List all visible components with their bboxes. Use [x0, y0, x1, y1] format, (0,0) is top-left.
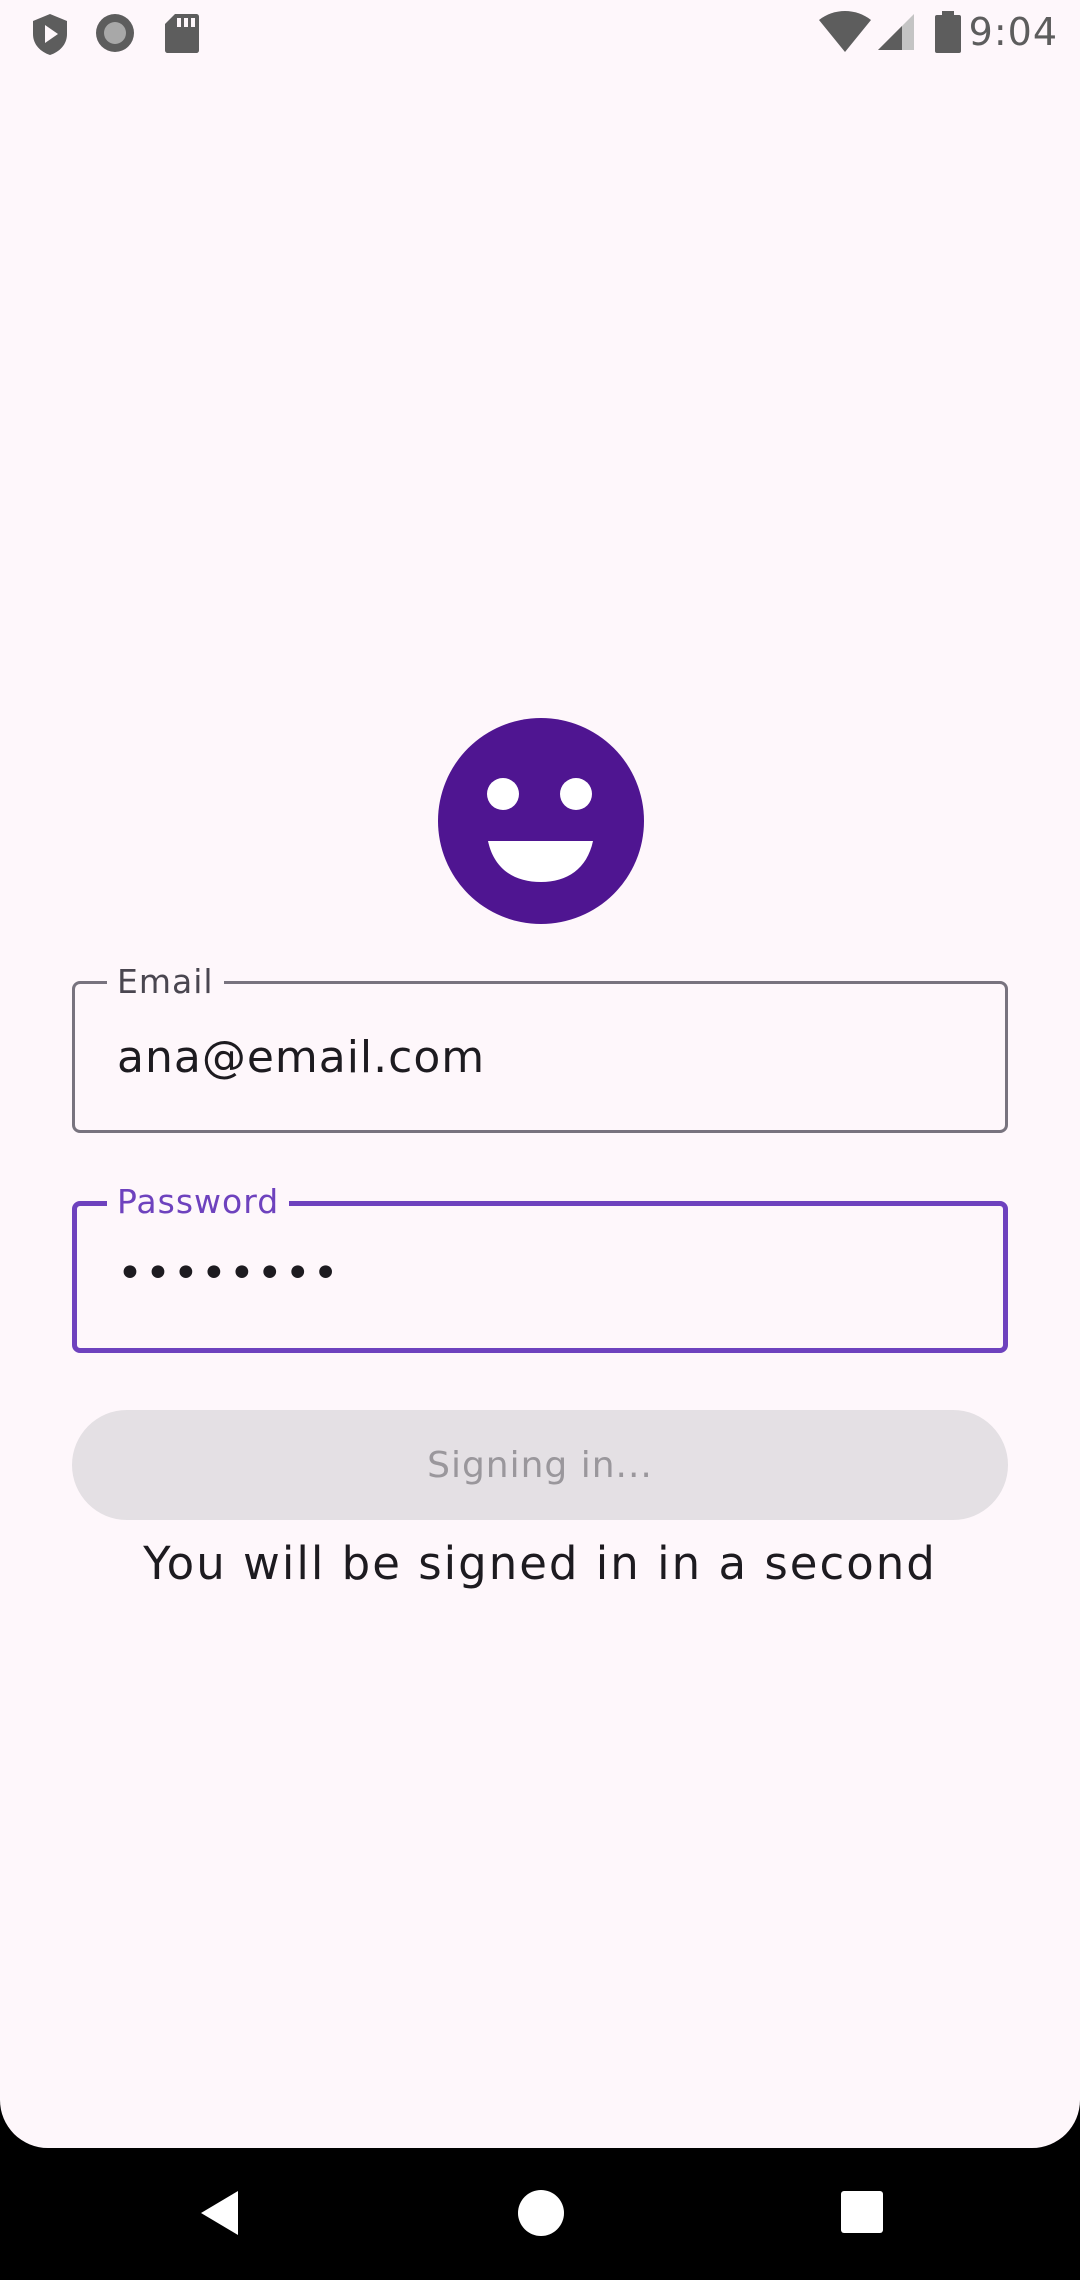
play-shield-icon — [33, 14, 67, 55]
status-time: 9:04 — [968, 10, 1058, 54]
sd-card-icon — [165, 14, 199, 53]
signin-status-message: You will be signed in in a second — [143, 1537, 937, 1590]
wifi-icon — [819, 11, 871, 52]
recents-icon[interactable] — [838, 2188, 888, 2238]
app-screen: 9:04 Email ana@email.com Password ••••••… — [0, 0, 1080, 2148]
password-label: Password — [107, 1182, 290, 1222]
password-field[interactable]: Password •••••••• — [72, 1182, 1008, 1353]
battery-icon — [935, 11, 961, 53]
email-label: Email — [107, 962, 224, 1002]
smiley-face-icon — [438, 718, 644, 924]
signal-icon — [878, 14, 914, 50]
email-input[interactable]: ana@email.com — [117, 1032, 485, 1084]
record-icon — [96, 14, 134, 52]
back-icon[interactable] — [196, 2188, 246, 2238]
status-bar: 9:04 — [0, 0, 1080, 66]
email-field[interactable]: Email ana@email.com — [72, 962, 1008, 1133]
signin-button[interactable]: Signing in... — [72, 1410, 1008, 1520]
password-input[interactable]: •••••••• — [117, 1248, 341, 1300]
home-icon[interactable] — [516, 2188, 566, 2238]
